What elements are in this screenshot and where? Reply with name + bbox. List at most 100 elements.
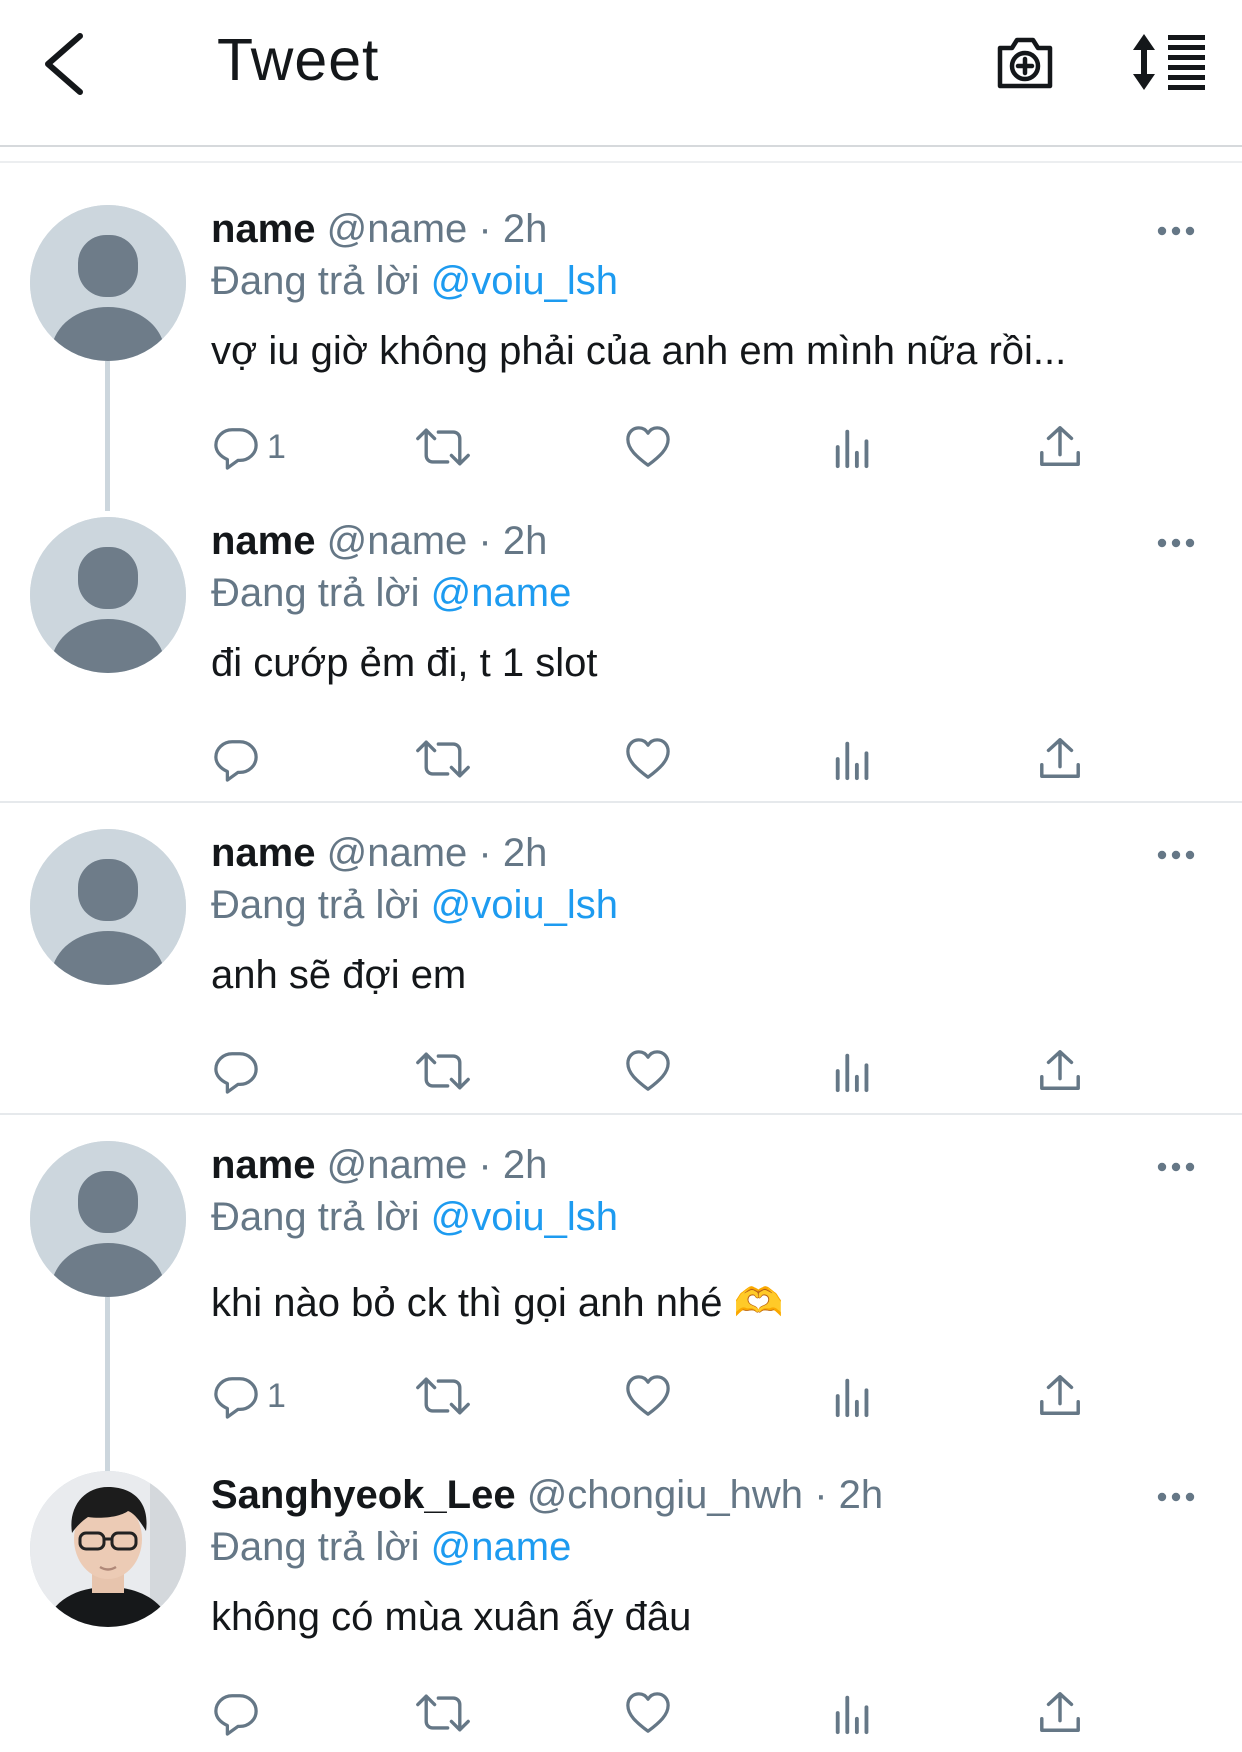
- heart-icon: [625, 1373, 671, 1419]
- more-options-icon[interactable]: [1156, 225, 1196, 237]
- reply-button[interactable]: 1: [213, 1366, 286, 1426]
- like-button[interactable]: [625, 729, 671, 789]
- tweet[interactable]: name @name · 2h Đang trả lời @voiu_lsh a…: [0, 829, 1242, 1109]
- camera-plus-icon[interactable]: [994, 32, 1056, 92]
- reply-icon: [213, 424, 259, 470]
- share-icon: [1037, 736, 1083, 782]
- reply-mention[interactable]: @voiu_lsh: [431, 259, 618, 303]
- top-bar: Tweet: [0, 0, 1242, 145]
- heart-icon: [625, 1690, 671, 1736]
- tweet[interactable]: name @name · 2h Đang trả lời @voiu_lsh v…: [0, 205, 1242, 511]
- avatar[interactable]: [30, 829, 186, 985]
- timestamp: · 2h: [478, 831, 548, 875]
- like-button[interactable]: [625, 1683, 671, 1743]
- views-button[interactable]: [831, 729, 877, 789]
- tweet-text: không có mùa xuân ấy đâu: [211, 1595, 692, 1639]
- views-button[interactable]: [831, 1366, 877, 1426]
- like-button[interactable]: [625, 417, 671, 477]
- reply-icon: [213, 736, 259, 782]
- tweet-divider: [0, 1113, 1242, 1115]
- reply-count: 1: [267, 1376, 286, 1415]
- tweet-text: vợ iu giờ không phải của anh em mình nữa…: [211, 329, 1067, 373]
- reply-mention[interactable]: @name: [431, 571, 572, 615]
- reply-prefix: Đang trả lời: [211, 571, 420, 615]
- retweet-button[interactable]: [415, 417, 471, 477]
- tweet-text: anh sẽ đợi em: [211, 953, 467, 997]
- back-arrow-icon[interactable]: [38, 28, 98, 98]
- handle[interactable]: @name: [327, 831, 468, 875]
- timestamp: · 2h: [478, 207, 548, 251]
- reply-button[interactable]: 1: [213, 417, 286, 477]
- action-bar: 1: [211, 1366, 1111, 1426]
- views-button[interactable]: [831, 1683, 877, 1743]
- thread-line: [105, 361, 110, 511]
- share-icon: [1037, 1690, 1083, 1736]
- tweet[interactable]: name @name · 2h Đang trả lời @name đi cư…: [0, 517, 1242, 797]
- reply-count: 1: [267, 427, 286, 466]
- share-button[interactable]: [1037, 1041, 1083, 1101]
- retweet-icon: [415, 1048, 471, 1094]
- reply-button[interactable]: [213, 1683, 267, 1743]
- avatar[interactable]: [30, 517, 186, 673]
- display-name[interactable]: Sanghyeok_Lee: [211, 1473, 516, 1517]
- avatar[interactable]: [30, 1471, 186, 1627]
- reply-mention[interactable]: @voiu_lsh: [431, 1195, 618, 1239]
- more-options-icon[interactable]: [1156, 1161, 1196, 1173]
- tweet-text: đi cướp ẻm đi, t 1 slot: [211, 641, 598, 685]
- views-button[interactable]: [831, 1041, 877, 1101]
- timestamp: · 2h: [814, 1473, 884, 1517]
- display-name[interactable]: name: [211, 519, 316, 563]
- retweet-button[interactable]: [415, 1683, 471, 1743]
- stats-icon: [831, 1373, 877, 1419]
- display-name[interactable]: name: [211, 207, 316, 251]
- reply-icon: [213, 1690, 259, 1736]
- reply-mention[interactable]: @voiu_lsh: [431, 883, 618, 927]
- retweet-icon: [415, 736, 471, 782]
- retweet-button[interactable]: [415, 1366, 471, 1426]
- thread-line: [105, 1297, 110, 1471]
- more-options-icon[interactable]: [1156, 1491, 1196, 1503]
- handle[interactable]: @name: [327, 207, 468, 251]
- display-name[interactable]: name: [211, 1143, 316, 1187]
- handle[interactable]: @chongiu_hwh: [527, 1473, 803, 1517]
- tweet[interactable]: name @name · 2h Đang trả lời @voiu_lsh k…: [0, 1141, 1242, 1471]
- share-button[interactable]: [1037, 729, 1083, 789]
- share-button[interactable]: [1037, 1366, 1083, 1426]
- action-bar: [211, 729, 1111, 789]
- stats-icon: [831, 1048, 877, 1094]
- views-button[interactable]: [831, 417, 877, 477]
- retweet-button[interactable]: [415, 1041, 471, 1101]
- reply-button[interactable]: [213, 729, 267, 789]
- avatar[interactable]: [30, 1141, 186, 1297]
- reply-prefix: Đang trả lời: [211, 1525, 420, 1569]
- reply-prefix: Đang trả lời: [211, 883, 420, 927]
- reply-icon: [213, 1048, 259, 1094]
- share-button[interactable]: [1037, 417, 1083, 477]
- heart-icon: [625, 424, 671, 470]
- more-options-icon[interactable]: [1156, 537, 1196, 549]
- tweet-divider: [0, 801, 1242, 803]
- share-icon: [1037, 1048, 1083, 1094]
- action-bar: [211, 1041, 1111, 1101]
- stats-icon: [831, 736, 877, 782]
- reply-button[interactable]: [213, 1041, 267, 1101]
- handle[interactable]: @name: [327, 519, 468, 563]
- retweet-icon: [415, 424, 471, 470]
- timestamp: · 2h: [478, 519, 548, 563]
- share-icon: [1037, 424, 1083, 470]
- retweet-icon: [415, 1690, 471, 1736]
- reply-icon: [213, 1373, 259, 1419]
- share-button[interactable]: [1037, 1683, 1083, 1743]
- like-button[interactable]: [625, 1366, 671, 1426]
- retweet-button[interactable]: [415, 729, 471, 789]
- header-divider: [0, 145, 1242, 147]
- share-icon: [1037, 1373, 1083, 1419]
- like-button[interactable]: [625, 1041, 671, 1101]
- handle[interactable]: @name: [327, 1143, 468, 1187]
- more-options-icon[interactable]: [1156, 849, 1196, 861]
- reply-mention[interactable]: @name: [431, 1525, 572, 1569]
- tweet[interactable]: Sanghyeok_Lee @chongiu_hwh · 2h Đang trả…: [0, 1471, 1242, 1752]
- avatar[interactable]: [30, 205, 186, 361]
- sort-icon[interactable]: [1130, 32, 1210, 92]
- display-name[interactable]: name: [211, 831, 316, 875]
